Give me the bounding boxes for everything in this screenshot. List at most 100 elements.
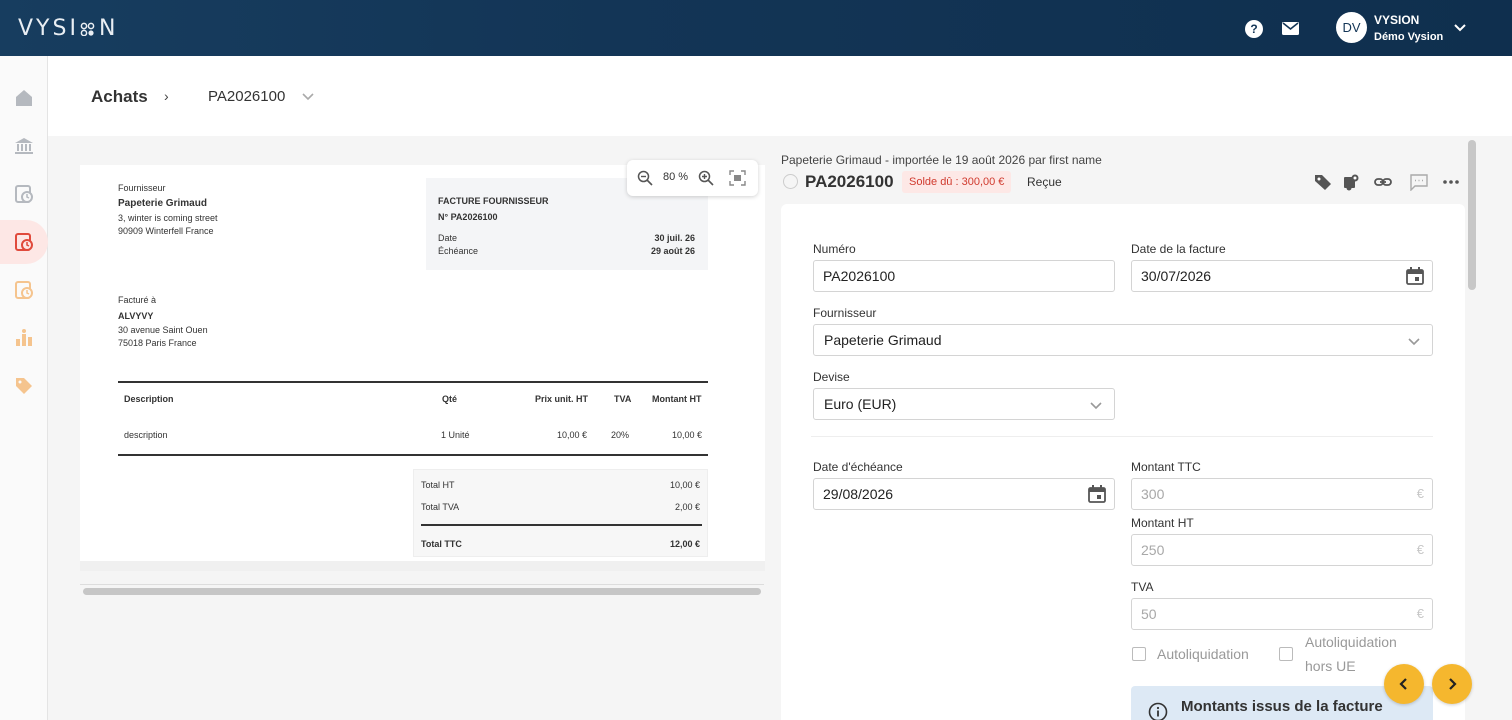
calendar-icon[interactable] [1405, 266, 1425, 286]
calendar-icon[interactable] [1087, 484, 1107, 504]
zoom-out-icon[interactable] [637, 170, 653, 186]
sidebar-item-expenses[interactable] [0, 268, 48, 312]
sidebar-item-bank[interactable] [0, 124, 48, 168]
doc-billed-label: Facturé à [118, 295, 157, 305]
doc-invoice-heading: FACTURE FOURNISSEUR [438, 196, 549, 206]
home-icon [16, 90, 32, 106]
doc-due-value: 29 août 26 [650, 246, 695, 256]
help-icon[interactable]: ? [1245, 20, 1263, 38]
vysion-logo[interactable]: VYSI N [18, 16, 118, 41]
mail-icon[interactable] [1282, 22, 1299, 35]
supplier-select[interactable]: Papeterie Grimaud [813, 324, 1433, 356]
import-info: Papeterie Grimaud - importée le 19 août … [781, 153, 1102, 167]
due-date-value: 29/08/2026 [823, 486, 894, 502]
numero-label: Numéro [813, 242, 856, 256]
amount-ht-label: Montant HT [1131, 516, 1194, 530]
plugin-icon[interactable] [1342, 173, 1360, 191]
sidebar-item-reports[interactable] [0, 316, 48, 360]
link-icon[interactable] [1374, 173, 1392, 191]
more-options-icon[interactable] [1442, 173, 1460, 191]
doc-total-ttc-label: Total TTC [421, 539, 462, 549]
doc-row-unit-price: 10,00 € [557, 430, 588, 440]
chevron-down-icon [1090, 402, 1102, 410]
doc-table-bottom-rule [118, 454, 708, 456]
chevron-down-icon[interactable] [301, 89, 315, 103]
horizontal-scrollbar[interactable] [80, 584, 764, 597]
doc-billed-address: 30 avenue Saint Ouen [118, 325, 208, 335]
autoliquidation-hors-ue-label: Autoliquidation [1305, 634, 1397, 650]
validate-check-icon[interactable] [783, 174, 798, 189]
doc-col-vat: TVA [614, 394, 632, 404]
horizontal-scrollbar-thumb[interactable] [83, 588, 761, 595]
tag-icon[interactable] [1314, 173, 1332, 191]
balance-due-badge: Solde dû : 300,00 € [902, 171, 1012, 193]
doc-billed-name: ALVYVY [118, 311, 154, 321]
previous-invoice-button[interactable] [1384, 664, 1424, 704]
doc-date-value: 30 juil. 26 [654, 233, 695, 243]
invoice-date-label: Date de la facture [1131, 242, 1226, 256]
doc-row-description: description [124, 430, 168, 440]
form-divider [811, 436, 1433, 437]
breadcrumb-separator: › [164, 88, 169, 104]
chevron-right-icon [1449, 678, 1457, 690]
user-organization[interactable]: Démo Vysion [1374, 31, 1443, 43]
breadcrumb-current[interactable]: PA2026100 [208, 88, 285, 105]
currency-select[interactable]: Euro (EUR) [813, 388, 1115, 420]
due-date-field[interactable]: 29/08/2026 [813, 478, 1115, 510]
comment-icon[interactable] [1410, 173, 1428, 192]
sidebar-item-sales[interactable] [0, 172, 48, 216]
autoliquidation-hors-ue-label-line2: hors UE [1305, 658, 1356, 674]
numero-field[interactable]: PA2026100 [813, 260, 1115, 292]
invoice-preview: Fournisseur Papeterie Grimaud 3, winter … [80, 165, 765, 561]
invoice-title: PA2026100 [805, 172, 894, 191]
vertical-scrollbar[interactable] [1466, 136, 1480, 720]
avatar[interactable]: DV [1336, 12, 1367, 43]
sales-invoice-icon [15, 185, 33, 203]
doc-total-tva-label: Total TVA [421, 502, 460, 512]
currency-value: Euro (EUR) [824, 396, 897, 412]
amount-ttc-field[interactable]: 300 € [1131, 478, 1433, 510]
purchase-invoice-icon [15, 233, 33, 251]
chevron-down-icon[interactable] [1452, 20, 1468, 36]
vertical-scrollbar-thumb[interactable] [1468, 140, 1476, 290]
doc-col-description: Description [124, 394, 174, 404]
sidebar-item-tags[interactable] [0, 364, 48, 408]
doc-total-ht-label: Total HT [421, 480, 455, 490]
doc-row-vat: 20% [611, 430, 630, 440]
currency-label: Devise [813, 370, 850, 384]
amount-ttc-value: 300 [1141, 486, 1165, 502]
breadcrumb-root[interactable]: Achats [91, 87, 148, 107]
autoliquidation-checkbox[interactable] [1132, 647, 1146, 661]
amount-ht-value: 250 [1141, 542, 1165, 558]
invoice-date-value: 30/07/2026 [1141, 268, 1212, 284]
autoliquidation-hors-ue-checkbox[interactable] [1279, 647, 1293, 661]
next-invoice-button[interactable] [1432, 664, 1472, 704]
doc-table-top-rule [118, 381, 708, 383]
info-icon [1148, 702, 1168, 720]
sidebar-item-purchases[interactable] [0, 220, 48, 264]
doc-row-amount: 10,00 € [672, 430, 703, 440]
invoice-date-field[interactable]: 30/07/2026 [1131, 260, 1433, 292]
supplier-value: Papeterie Grimaud [824, 332, 942, 348]
doc-supplier-name: Papeterie Grimaud [118, 198, 207, 209]
tva-value: 50 [1141, 606, 1157, 622]
doc-col-amount: Montant HT [652, 394, 702, 404]
amount-ht-field[interactable]: 250 € [1131, 534, 1433, 566]
user-name[interactable]: VYSION [1374, 13, 1419, 27]
doc-totals: Total HT 10,00 € Total TVA 2,00 € Total … [413, 469, 708, 557]
doc-total-ht-value: 10,00 € [669, 480, 700, 490]
due-date-label: Date d'échéance [813, 460, 903, 474]
zoom-in-icon[interactable] [698, 170, 714, 186]
chevron-down-icon [1408, 338, 1420, 346]
expense-icon [15, 281, 33, 299]
doc-invoice-number: N° PA2026100 [438, 212, 498, 222]
fit-screen-icon[interactable] [729, 170, 746, 186]
tva-field[interactable]: 50 € [1131, 598, 1433, 630]
sidebar-item-home[interactable] [0, 76, 48, 120]
tag-icon [16, 378, 32, 394]
doc-footer [80, 561, 765, 571]
doc-totals-rule [421, 524, 702, 526]
doc-total-tva-value: 2,00 € [674, 502, 700, 512]
top-bar: VYSI N ? DV VYSION Démo Vysion [0, 0, 1512, 56]
status-badge[interactable]: Reçue [1027, 175, 1062, 189]
